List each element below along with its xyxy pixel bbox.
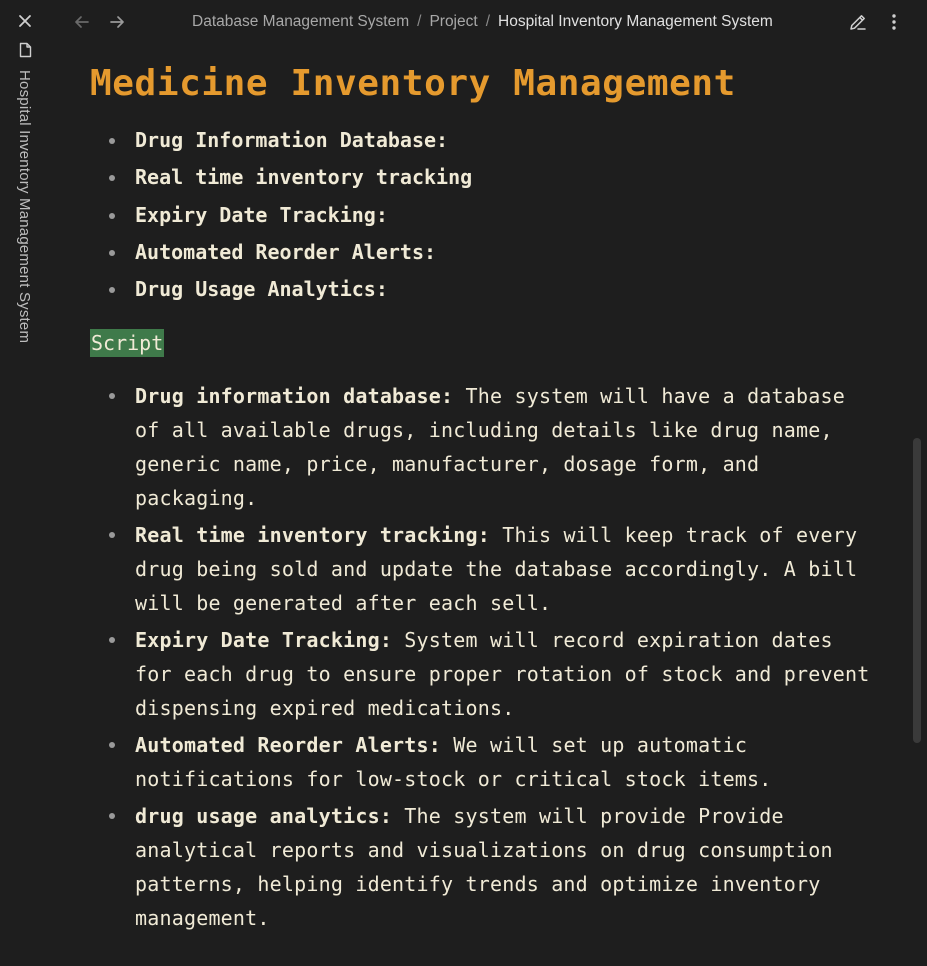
list-item: Automated Reorder Alerts: We will set up… [90, 728, 880, 796]
bullet-icon [109, 138, 115, 144]
bullet-icon [109, 742, 115, 749]
list-item: drug usage analytics: The system will pr… [90, 799, 880, 935]
scrollbar-thumb[interactable] [913, 438, 921, 743]
bullet-icon [109, 532, 115, 539]
bullet-icon [109, 637, 115, 644]
list-item-text: Expiry Date Tracking: [135, 202, 388, 227]
detail-term: drug usage analytics: [135, 804, 393, 829]
list-item: Drug Information Database: [90, 122, 880, 159]
list-item: Drug information database: The system wi… [90, 379, 880, 515]
list-item-text: Drug Usage Analytics: [135, 277, 388, 302]
list-item: Automated Reorder Alerts: [90, 234, 880, 271]
view-header: Database Management System / Project / H… [50, 0, 927, 44]
list-item-text: Drug Information Database: [135, 128, 449, 152]
list-item-text: Automated Reorder Alerts: [135, 239, 437, 264]
more-vertical-icon[interactable] [882, 10, 906, 34]
arrow-right-icon[interactable] [105, 10, 129, 34]
list-item: Real time inventory tracking [90, 159, 880, 196]
document-icon [16, 40, 34, 60]
details-list: Drug information database: The system wi… [90, 379, 880, 935]
breadcrumb-item-current-note[interactable]: Hospital Inventory Management System [498, 13, 773, 31]
close-icon[interactable] [14, 10, 36, 32]
pencil-icon[interactable] [846, 10, 870, 34]
breadcrumb-item-project[interactable]: Project [429, 13, 477, 31]
breadcrumb: Database Management System / Project / H… [192, 13, 773, 31]
list-item-text: Real time inventory tracking [135, 165, 473, 190]
left-rail: Hospital Inventory Management System [0, 0, 50, 966]
bullet-icon [109, 393, 115, 400]
list-item: Expiry Date Tracking: [90, 197, 880, 234]
detail-term: Real time inventory tracking: [135, 523, 490, 548]
breadcrumb-separator: / [417, 13, 422, 30]
arrow-left-icon[interactable] [70, 10, 94, 34]
bullet-icon [109, 287, 115, 294]
note-content: Medicine Inventory Management Drug Infor… [90, 58, 880, 938]
highlight-tag: Script [90, 329, 165, 358]
rail-tab-title[interactable]: Hospital Inventory Management System [16, 70, 33, 343]
breadcrumb-separator: / [485, 13, 490, 30]
detail-term: Expiry Date Tracking: [135, 628, 393, 653]
detail-term: Drug information database: [135, 384, 454, 409]
breadcrumb-item-database-management-system[interactable]: Database Management System [192, 13, 409, 31]
app-window: Hospital Inventory Management System Dat… [0, 0, 927, 966]
list-item: Expiry Date Tracking: System will record… [90, 623, 880, 725]
bullet-icon [109, 813, 115, 820]
page-title: Medicine Inventory Management [90, 63, 736, 104]
list-item: Drug Usage Analytics: [90, 271, 880, 308]
bullet-icon [109, 212, 115, 219]
bullet-icon [109, 249, 115, 256]
detail-term: Automated Reorder Alerts: [135, 733, 442, 758]
bullet-icon [109, 175, 115, 182]
list-item: Real time inventory tracking: This will … [90, 518, 880, 620]
summary-list: Drug Information Database: Real time inv… [90, 122, 880, 308]
